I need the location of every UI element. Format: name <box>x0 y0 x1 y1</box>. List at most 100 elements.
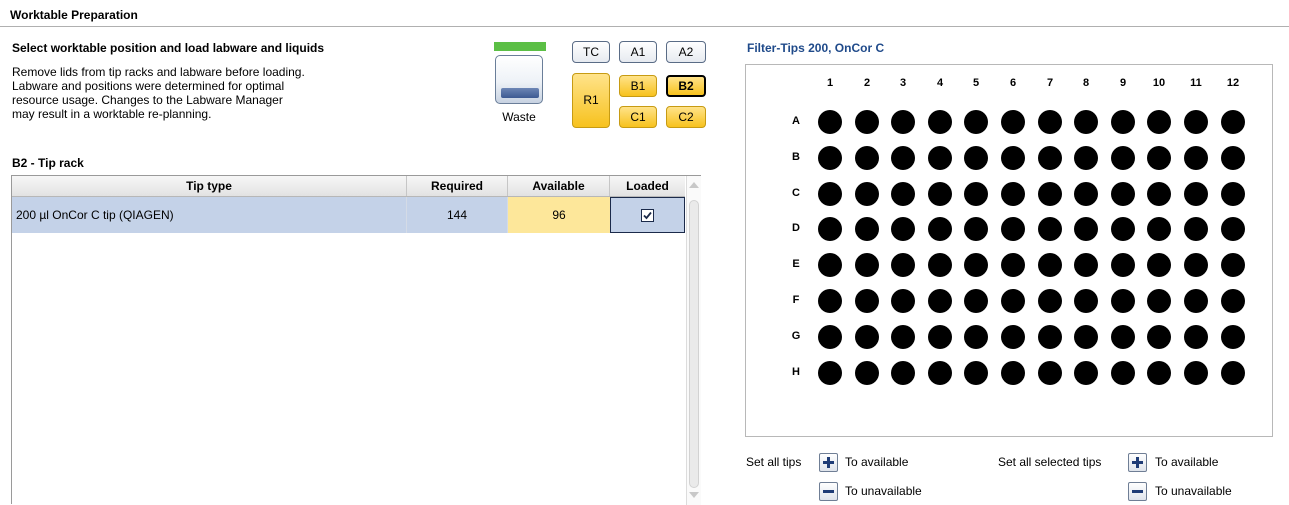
tip-well-B12[interactable] <box>1221 146 1245 170</box>
scroll-down-icon[interactable] <box>689 492 699 498</box>
column-header-tip-type[interactable]: Tip type <box>12 176 407 196</box>
tip-well-H12[interactable] <box>1221 361 1245 385</box>
position-tc-button[interactable]: TC <box>572 41 610 63</box>
row-label-H[interactable]: H <box>786 366 806 378</box>
tip-well-F8[interactable] <box>1074 289 1098 313</box>
column-label-11[interactable]: 11 <box>1184 77 1208 89</box>
tip-well-C7[interactable] <box>1038 182 1062 206</box>
tip-well-F9[interactable] <box>1111 289 1135 313</box>
tip-well-G3[interactable] <box>891 325 915 349</box>
tip-well-C5[interactable] <box>964 182 988 206</box>
tip-well-D2[interactable] <box>855 217 879 241</box>
tip-well-D1[interactable] <box>818 217 842 241</box>
tip-well-C1[interactable] <box>818 182 842 206</box>
tip-well-G9[interactable] <box>1111 325 1135 349</box>
tip-well-C11[interactable] <box>1184 182 1208 206</box>
tip-well-E5[interactable] <box>964 253 988 277</box>
row-label-D[interactable]: D <box>786 222 806 234</box>
tip-well-F5[interactable] <box>964 289 988 313</box>
tip-well-A1[interactable] <box>818 110 842 134</box>
tip-well-A8[interactable] <box>1074 110 1098 134</box>
tip-well-A11[interactable] <box>1184 110 1208 134</box>
tip-well-D5[interactable] <box>964 217 988 241</box>
column-label-8[interactable]: 8 <box>1074 77 1098 89</box>
column-label-12[interactable]: 12 <box>1221 77 1245 89</box>
position-a1-button[interactable]: A1 <box>619 41 657 63</box>
set-selected-unavailable-button[interactable] <box>1128 482 1147 501</box>
cell-available[interactable]: 96 <box>508 197 610 233</box>
scroll-up-icon[interactable] <box>689 182 699 188</box>
tip-well-F4[interactable] <box>928 289 952 313</box>
tip-well-H10[interactable] <box>1147 361 1171 385</box>
tip-well-G5[interactable] <box>964 325 988 349</box>
tip-well-H11[interactable] <box>1184 361 1208 385</box>
tip-well-E9[interactable] <box>1111 253 1135 277</box>
tip-well-A3[interactable] <box>891 110 915 134</box>
tip-well-D4[interactable] <box>928 217 952 241</box>
column-label-4[interactable]: 4 <box>928 77 952 89</box>
tip-well-H9[interactable] <box>1111 361 1135 385</box>
tip-well-B6[interactable] <box>1001 146 1025 170</box>
tip-well-B1[interactable] <box>818 146 842 170</box>
tip-well-D11[interactable] <box>1184 217 1208 241</box>
tip-well-A9[interactable] <box>1111 110 1135 134</box>
tip-well-A2[interactable] <box>855 110 879 134</box>
tip-well-F1[interactable] <box>818 289 842 313</box>
tip-well-B11[interactable] <box>1184 146 1208 170</box>
row-label-F[interactable]: F <box>786 294 806 306</box>
tip-well-C3[interactable] <box>891 182 915 206</box>
column-label-10[interactable]: 10 <box>1147 77 1171 89</box>
tip-well-A4[interactable] <box>928 110 952 134</box>
table-scrollbar[interactable] <box>686 176 701 505</box>
column-header-required[interactable]: Required <box>407 176 508 196</box>
row-label-C[interactable]: C <box>786 187 806 199</box>
column-label-9[interactable]: 9 <box>1111 77 1135 89</box>
tip-well-D6[interactable] <box>1001 217 1025 241</box>
row-label-B[interactable]: B <box>786 151 806 163</box>
tip-well-B3[interactable] <box>891 146 915 170</box>
tip-well-G2[interactable] <box>855 325 879 349</box>
set-all-available-button[interactable] <box>819 453 838 472</box>
tip-well-H2[interactable] <box>855 361 879 385</box>
tip-well-F11[interactable] <box>1184 289 1208 313</box>
tip-well-H8[interactable] <box>1074 361 1098 385</box>
tip-well-C9[interactable] <box>1111 182 1135 206</box>
loaded-checkbox[interactable] <box>641 209 654 222</box>
tip-well-G7[interactable] <box>1038 325 1062 349</box>
tip-well-B8[interactable] <box>1074 146 1098 170</box>
tip-well-F2[interactable] <box>855 289 879 313</box>
tip-well-C4[interactable] <box>928 182 952 206</box>
cell-loaded[interactable] <box>610 197 685 233</box>
row-label-G[interactable]: G <box>786 330 806 342</box>
set-all-unavailable-button[interactable] <box>819 482 838 501</box>
tip-well-C12[interactable] <box>1221 182 1245 206</box>
position-b2-button[interactable]: B2 <box>666 75 706 97</box>
row-label-E[interactable]: E <box>786 258 806 270</box>
tip-well-A6[interactable] <box>1001 110 1025 134</box>
tip-well-C6[interactable] <box>1001 182 1025 206</box>
position-c1-button[interactable]: C1 <box>619 106 657 128</box>
tip-well-B2[interactable] <box>855 146 879 170</box>
tip-well-C10[interactable] <box>1147 182 1171 206</box>
tip-well-A7[interactable] <box>1038 110 1062 134</box>
column-label-2[interactable]: 2 <box>855 77 879 89</box>
tip-well-E8[interactable] <box>1074 253 1098 277</box>
tip-well-F7[interactable] <box>1038 289 1062 313</box>
tip-well-G8[interactable] <box>1074 325 1098 349</box>
tip-well-B5[interactable] <box>964 146 988 170</box>
tip-well-D7[interactable] <box>1038 217 1062 241</box>
column-label-7[interactable]: 7 <box>1038 77 1062 89</box>
tip-well-E6[interactable] <box>1001 253 1025 277</box>
tip-well-A12[interactable] <box>1221 110 1245 134</box>
tip-well-D12[interactable] <box>1221 217 1245 241</box>
row-label-A[interactable]: A <box>786 115 806 127</box>
tip-well-E7[interactable] <box>1038 253 1062 277</box>
tip-well-A5[interactable] <box>964 110 988 134</box>
position-r1-button[interactable]: R1 <box>572 73 610 128</box>
tip-well-B7[interactable] <box>1038 146 1062 170</box>
tip-well-G4[interactable] <box>928 325 952 349</box>
tip-well-C8[interactable] <box>1074 182 1098 206</box>
tip-well-F6[interactable] <box>1001 289 1025 313</box>
tip-well-H5[interactable] <box>964 361 988 385</box>
tip-well-G6[interactable] <box>1001 325 1025 349</box>
